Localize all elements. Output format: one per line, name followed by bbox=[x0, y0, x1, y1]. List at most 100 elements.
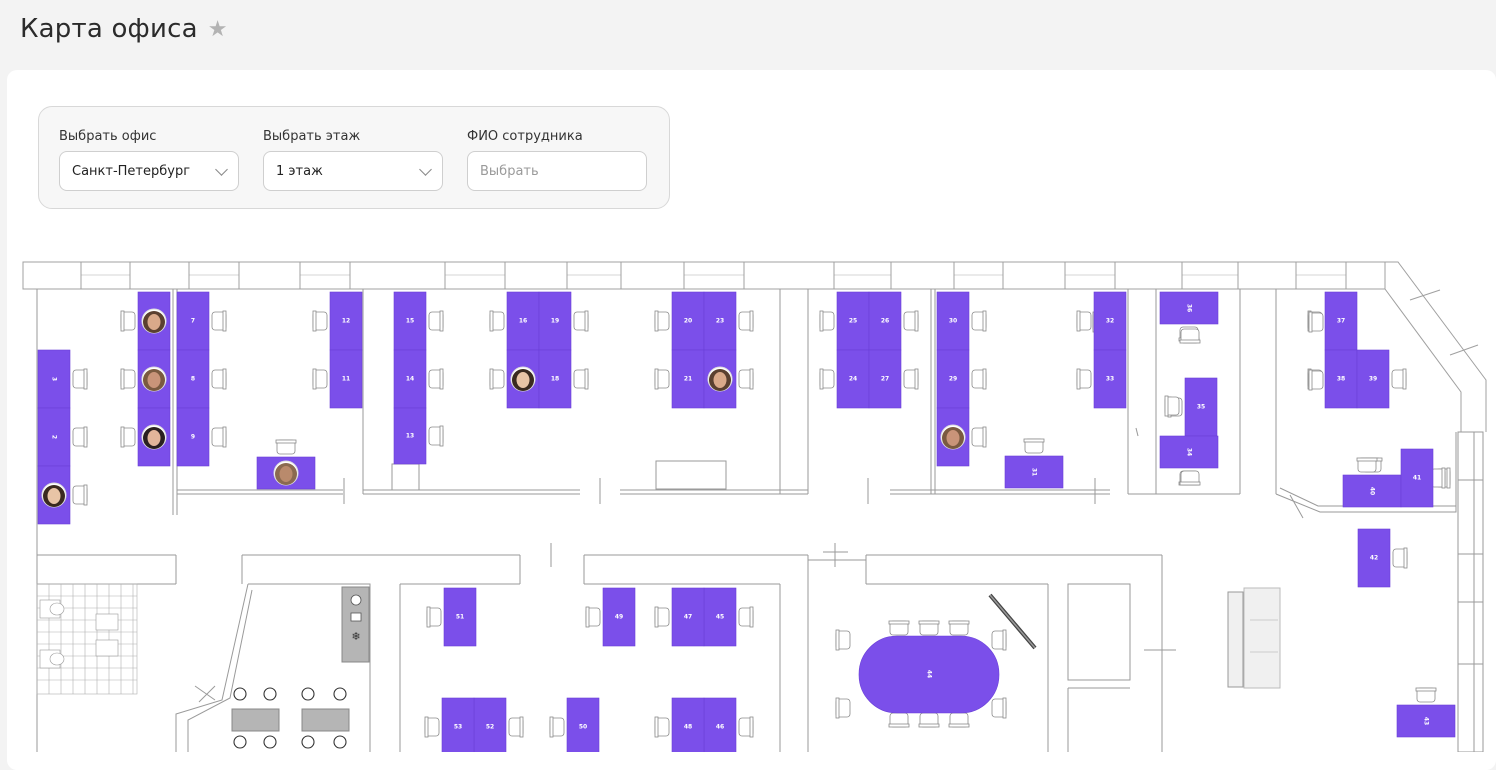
desk-19[interactable]: 19 bbox=[538, 291, 572, 351]
desk-27[interactable]: 27 bbox=[868, 349, 902, 409]
desk-52[interactable]: 52 bbox=[473, 697, 507, 752]
employee-avatar[interactable] bbox=[141, 308, 167, 334]
chair bbox=[654, 716, 670, 738]
employee-avatar[interactable] bbox=[940, 424, 966, 450]
desk-label: 2 bbox=[51, 435, 58, 439]
office-floor-plan: ❄ 32789121115141316 191820 232125 2624 27302… bbox=[22, 261, 1487, 752]
chair bbox=[573, 310, 589, 332]
chair bbox=[738, 310, 754, 332]
desk-label: 29 bbox=[949, 376, 957, 383]
desk-49[interactable]: 49 bbox=[602, 587, 636, 647]
desk-37[interactable]: 37 bbox=[1324, 291, 1358, 351]
chair bbox=[426, 606, 442, 628]
desk-18[interactable]: 18 bbox=[538, 349, 572, 409]
desk-20[interactable]: 20 bbox=[671, 291, 705, 351]
desk-label: 53 bbox=[454, 724, 462, 731]
chair bbox=[1356, 457, 1378, 473]
window-row bbox=[22, 261, 1487, 432]
desk-23[interactable]: 23 bbox=[703, 291, 737, 351]
employee-avatar[interactable] bbox=[273, 460, 299, 486]
desk-11[interactable]: 11 bbox=[329, 349, 363, 409]
employee-avatar[interactable] bbox=[41, 482, 67, 508]
desk-label: 26 bbox=[881, 318, 889, 325]
desk-33[interactable]: 33 bbox=[1093, 349, 1127, 409]
desk-label: 16 bbox=[519, 318, 527, 325]
desk-35[interactable]: 35 bbox=[1184, 377, 1218, 437]
desk-label: 13 bbox=[406, 433, 414, 440]
chair bbox=[991, 629, 1007, 651]
chair bbox=[654, 606, 670, 628]
desk-46[interactable]: 46 bbox=[703, 697, 737, 752]
desk-label: 51 bbox=[456, 614, 464, 621]
chair bbox=[948, 712, 970, 728]
employee-avatar[interactable] bbox=[141, 366, 167, 392]
desk-32[interactable]: 32 bbox=[1093, 291, 1127, 351]
chair bbox=[1076, 368, 1092, 390]
desk-label: 12 bbox=[342, 318, 350, 325]
chair bbox=[549, 716, 565, 738]
desk-label: 36 bbox=[1186, 304, 1193, 312]
chair bbox=[948, 620, 970, 636]
chair bbox=[738, 716, 754, 738]
chair bbox=[508, 716, 524, 738]
desk-13[interactable]: 13 bbox=[393, 407, 427, 465]
desk-38[interactable]: 38 bbox=[1324, 349, 1358, 409]
desk-3[interactable]: 3 bbox=[37, 349, 71, 409]
desk-42[interactable]: 42 bbox=[1357, 528, 1391, 588]
desk-53[interactable]: 53 bbox=[441, 697, 475, 752]
chair bbox=[971, 426, 987, 448]
kitchen-appliances: ❄ bbox=[231, 586, 1281, 732]
chair bbox=[1308, 369, 1324, 391]
chair bbox=[738, 368, 754, 390]
stool bbox=[263, 735, 277, 749]
desk-label: 43 bbox=[1423, 717, 1430, 725]
desk-label: 3 bbox=[51, 377, 58, 381]
chair bbox=[120, 310, 136, 332]
desk-50[interactable]: 50 bbox=[566, 697, 600, 752]
desk-47[interactable]: 47 bbox=[671, 587, 705, 647]
employee-avatar[interactable] bbox=[707, 366, 733, 392]
chair bbox=[819, 368, 835, 390]
desk-39[interactable]: 39 bbox=[1356, 349, 1390, 409]
desk-label: 15 bbox=[406, 318, 414, 325]
desk-label: 40 bbox=[1369, 487, 1376, 495]
desk-25[interactable]: 25 bbox=[836, 291, 870, 351]
chair bbox=[835, 629, 851, 651]
desk-8[interactable]: 8 bbox=[176, 349, 210, 409]
employee-avatar[interactable] bbox=[141, 424, 167, 450]
desk-7[interactable]: 7 bbox=[176, 291, 210, 351]
desk-12[interactable]: 12 bbox=[329, 291, 363, 351]
desk-41[interactable]: 41 bbox=[1400, 448, 1434, 508]
chair bbox=[1023, 438, 1045, 454]
desk-29[interactable]: 29 bbox=[936, 349, 970, 409]
desk-21[interactable]: 21 bbox=[671, 349, 705, 409]
desk-31[interactable]: 31 bbox=[1004, 455, 1064, 489]
desk-16[interactable]: 16 bbox=[506, 291, 540, 351]
desk-2[interactable]: 2 bbox=[37, 407, 71, 467]
desk-51[interactable]: 51 bbox=[443, 587, 477, 647]
desk-label: 31 bbox=[1031, 468, 1038, 476]
meeting-table-44[interactable]: 44 bbox=[858, 635, 1000, 714]
desk-9[interactable]: 9 bbox=[176, 407, 210, 467]
desk-label: 11 bbox=[342, 376, 350, 383]
desk-15[interactable]: 15 bbox=[393, 291, 427, 351]
desk-14[interactable]: 14 bbox=[393, 349, 427, 409]
desk-40[interactable]: 40 bbox=[1342, 474, 1402, 508]
desk-45[interactable]: 45 bbox=[703, 587, 737, 647]
desk-43[interactable]: 43 bbox=[1396, 704, 1456, 738]
desk-26[interactable]: 26 bbox=[868, 291, 902, 351]
desk-30[interactable]: 30 bbox=[936, 291, 970, 351]
desk-label: 33 bbox=[1106, 376, 1114, 383]
desk-36[interactable]: 36 bbox=[1159, 291, 1219, 325]
desk-34[interactable]: 34 bbox=[1159, 435, 1219, 469]
chair bbox=[1308, 311, 1324, 333]
desk-24[interactable]: 24 bbox=[836, 349, 870, 409]
stool bbox=[263, 687, 277, 701]
chair bbox=[211, 368, 227, 390]
chair bbox=[918, 712, 940, 728]
desk-48[interactable]: 48 bbox=[671, 697, 705, 752]
chair bbox=[1076, 310, 1092, 332]
employee-avatar[interactable] bbox=[510, 366, 536, 392]
chair bbox=[573, 368, 589, 390]
chair bbox=[585, 606, 601, 628]
